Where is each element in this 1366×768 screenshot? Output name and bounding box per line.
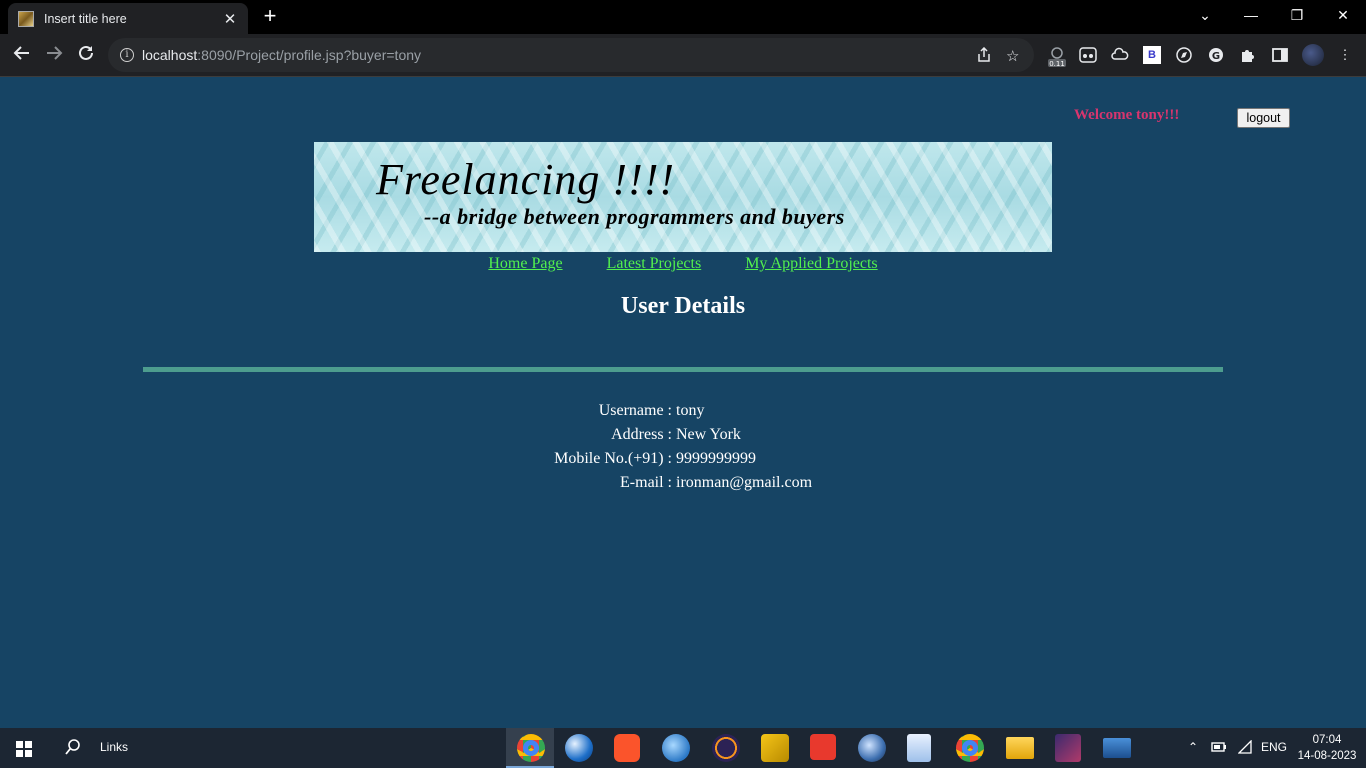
links-toolbar-label[interactable]: Links: [100, 740, 128, 754]
site-info-icon[interactable]: i: [120, 48, 134, 62]
reload-icon[interactable]: [72, 42, 100, 70]
nav-link-my-applied-projects[interactable]: My Applied Projects: [745, 255, 877, 272]
nav-link-home[interactable]: Home Page: [488, 255, 562, 272]
welcome-message: Welcome tony!!!: [1074, 107, 1180, 123]
anydesk-taskbar-icon[interactable]: [810, 734, 836, 760]
ide-taskbar-icon[interactable]: [1055, 734, 1081, 762]
tray-chevron-icon[interactable]: ⌃: [1188, 740, 1198, 754]
svg-text:G: G: [1212, 51, 1220, 62]
detail-row-address: Address : New York: [0, 423, 1366, 447]
share-icon[interactable]: [976, 46, 992, 67]
minimize-button[interactable]: —: [1228, 0, 1274, 30]
clock-time: 07:04: [1312, 734, 1342, 746]
tab-title: Insert title here: [44, 11, 127, 26]
detail-row-username: Username : tony: [0, 399, 1366, 423]
banner-subtitle: --a bridge between programmers and buyer…: [424, 204, 845, 229]
tab-search-icon[interactable]: ⌄: [1182, 0, 1228, 30]
main-nav: Home Page Latest Projects My Applied Pro…: [0, 255, 1366, 273]
back-arrow-icon[interactable]: [8, 42, 36, 70]
battery-icon[interactable]: [1211, 741, 1227, 756]
window-taskbar-icon[interactable]: [1103, 738, 1131, 758]
app-taskbar-icon[interactable]: [761, 734, 789, 762]
logout-button[interactable]: logout: [1237, 108, 1290, 128]
page-title: User Details: [620, 293, 746, 319]
bookmark-star-icon[interactable]: ☆: [1006, 47, 1019, 65]
wifi-icon[interactable]: [1237, 739, 1252, 757]
system-clock[interactable]: 07:04 14-08-2023: [1296, 732, 1358, 764]
file-explorer-taskbar-icon[interactable]: [1006, 737, 1034, 759]
restore-button[interactable]: ❐: [1274, 0, 1320, 30]
nav-link-latest-projects[interactable]: Latest Projects: [607, 255, 702, 272]
profile-avatar[interactable]: [1302, 44, 1324, 66]
divider: [143, 367, 1223, 372]
page-content: Welcome tony!!! logout Freelancing !!!! …: [0, 77, 1366, 728]
compass-extension-icon[interactable]: [1175, 46, 1193, 64]
brave-taskbar-icon[interactable]: [614, 734, 640, 762]
windows-start-icon[interactable]: [16, 741, 32, 757]
side-panel-icon[interactable]: [1271, 46, 1289, 64]
search-icon[interactable]: [64, 738, 82, 761]
chrome-taskbar-icon[interactable]: [517, 734, 545, 762]
detail-value: 9999999999: [676, 450, 756, 467]
detail-value: ironman@gmail.com: [676, 474, 813, 491]
browser-tab[interactable]: Insert title here ✕: [8, 3, 248, 34]
forward-arrow-icon[interactable]: [40, 42, 68, 70]
detail-value: New York: [676, 426, 741, 443]
menu-kebab-icon[interactable]: ⋮: [1336, 46, 1354, 64]
chrome-profile-taskbar-icon[interactable]: [956, 734, 984, 762]
page-favicon-icon: [18, 10, 34, 27]
banner-title: Freelancing !!!!: [376, 155, 676, 204]
eclipse-taskbar-icon[interactable]: [712, 734, 740, 762]
url-host: localhost: [142, 47, 198, 63]
tab-close-icon[interactable]: ✕: [222, 10, 238, 28]
detail-label: Address :: [611, 426, 672, 443]
language-indicator[interactable]: ENG: [1261, 740, 1287, 754]
user-details: Username : tony Address : New York Mobil…: [0, 399, 1366, 495]
extension-counter-icon[interactable]: 0.11: [1046, 46, 1068, 68]
new-tab-button[interactable]: +: [258, 5, 282, 29]
detail-label: Username :: [598, 402, 672, 419]
detail-label: E-mail :: [620, 474, 672, 491]
earth-taskbar-icon[interactable]: [662, 734, 690, 762]
grammar-extension-icon[interactable]: G: [1207, 46, 1225, 64]
extensions-puzzle-icon[interactable]: [1239, 46, 1257, 64]
b-extension-icon[interactable]: B: [1143, 46, 1161, 64]
url-path: :8090/Project/profile.jsp?buyer=tony: [197, 47, 422, 63]
windows-taskbar: Links ⌃ ENG 07:04 14-08-2023: [0, 728, 1366, 768]
detail-row-mobile: Mobile No.(+91) : 9999999999: [0, 447, 1366, 471]
detail-row-email: E-mail : ironman@gmail.com: [0, 471, 1366, 495]
site-banner: Freelancing !!!! --a bridge between prog…: [314, 142, 1052, 252]
detail-label: Mobile No.(+91) :: [554, 450, 672, 467]
address-bar[interactable]: i localhost:8090/Project/profile.jsp?buy…: [108, 38, 1034, 72]
browser-toolbar: i localhost:8090/Project/profile.jsp?buy…: [0, 34, 1366, 77]
browser-title-bar: Insert title here ✕ + ⌄ — ❐ ✕: [0, 0, 1366, 34]
extension-badge: 0.11: [1049, 60, 1065, 68]
cloud-extension-icon[interactable]: [1111, 46, 1129, 64]
media-taskbar-icon[interactable]: [907, 734, 931, 762]
browser-globe-taskbar-icon[interactable]: [565, 734, 593, 762]
clock-date: 14-08-2023: [1297, 750, 1357, 762]
close-window-button[interactable]: ✕: [1320, 0, 1366, 30]
steam-taskbar-icon[interactable]: [858, 734, 886, 762]
detail-value: tony: [676, 402, 705, 419]
glasses-extension-icon[interactable]: [1079, 46, 1097, 64]
